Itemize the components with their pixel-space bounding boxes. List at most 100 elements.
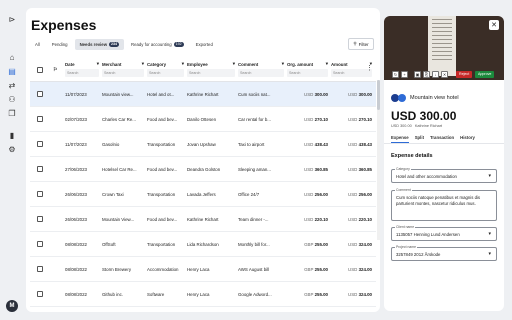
filter-button[interactable]: ⚲ Filter — [348, 38, 374, 50]
image-icon[interactable]: ▣ — [414, 71, 421, 78]
merchant-header: Mountain view hotel — [391, 94, 459, 102]
column-header-employee[interactable]: Employee ▾ Search — [187, 60, 235, 77]
column-header-org-amount[interactable]: Org. amount ▾ Search — [287, 60, 328, 77]
table-row[interactable]: 11/07/2023 Gasolnio Transportation Jovan Up… — [30, 132, 376, 157]
comment-value: Cum sociis natoque penatibus et magnis d… — [396, 195, 481, 206]
column-header-comment[interactable]: Comment ▾ Search — [238, 60, 284, 77]
table-row[interactable]: 26/06/2023 Mountain View... Food and bev..… — [30, 207, 376, 232]
cell-date: 26/06/2023 — [65, 192, 87, 197]
row-checkbox[interactable] — [37, 116, 43, 122]
column-header-merchant[interactable]: Merchant ▾ Search — [102, 60, 144, 77]
sort-caret-icon[interactable]: ▾ — [282, 61, 284, 67]
more-options-icon[interactable]: ⋮ — [366, 64, 373, 72]
amount-value: 438.43 — [358, 142, 372, 147]
row-checkbox[interactable] — [37, 216, 43, 222]
tab-ready-for-accounting[interactable]: Ready for accounting 192 — [126, 39, 189, 50]
expenses-icon[interactable]: ▤ — [7, 66, 17, 76]
scrollbar-thumb[interactable] — [377, 80, 380, 110]
row-checkbox[interactable] — [37, 91, 43, 97]
attach-icon[interactable]: ⎘ — [423, 71, 430, 78]
expand-icon[interactable]: ⊳ — [7, 14, 17, 24]
sort-caret-icon[interactable]: ▾ — [326, 61, 328, 67]
amount-value: 256.00 — [358, 192, 372, 197]
table-row[interactable]: 08/08/2022 OffSoft Transportation Lida Rich… — [30, 232, 376, 257]
tab-pending[interactable]: Pending — [47, 39, 73, 50]
rotate-icon[interactable]: ↻ — [392, 71, 399, 78]
cell-amount: USD 324.00 — [331, 257, 372, 282]
table-row[interactable]: 26/06/2023 Crown Taxi Transportation Lavada… — [30, 182, 376, 207]
tabs-divider — [384, 143, 504, 144]
sort-caret-icon[interactable]: ▾ — [142, 61, 144, 67]
download-icon[interactable]: ↓ — [432, 71, 439, 78]
reject-button[interactable]: Reject — [456, 71, 473, 78]
table-row[interactable]: Table cellAmazon web s...SoftwareHenry L… — [30, 307, 376, 312]
comment-field[interactable]: Comment Cum sociis natoque penatibus et … — [391, 188, 497, 221]
people-icon[interactable]: ⚇ — [7, 94, 17, 104]
tab-label: Ready for accounting — [131, 42, 172, 47]
tab-label: Needs review — [79, 42, 108, 47]
cell-comment: Monthly bill for... — [238, 242, 270, 247]
column-search-input[interactable]: Search — [287, 69, 328, 77]
avatar[interactable]: M — [6, 300, 18, 312]
row-checkbox[interactable] — [37, 166, 43, 172]
column-search-input[interactable]: Search — [238, 69, 284, 77]
currency-code: GBP — [304, 242, 314, 247]
approve-button[interactable]: Approve — [475, 71, 495, 78]
sort-caret-icon[interactable]: ▾ — [233, 61, 235, 67]
tab-all[interactable]: All — [30, 39, 45, 50]
sort-caret-icon[interactable]: ▾ — [97, 61, 99, 67]
scrollbar[interactable] — [377, 80, 380, 240]
row-checkbox[interactable] — [37, 266, 43, 272]
column-header-date[interactable]: Date ▾ Search — [65, 60, 99, 77]
cell-date: 26/06/2023 — [65, 217, 87, 222]
currency-code: GBP — [304, 292, 314, 297]
cards-icon[interactable]: ❐ — [7, 108, 17, 118]
row-checkbox[interactable] — [37, 191, 43, 197]
close-button[interactable]: ✕ — [489, 20, 499, 30]
tab-history[interactable]: History — [460, 135, 475, 143]
row-checkbox[interactable] — [37, 291, 43, 297]
cell-merchant: Table cell — [102, 307, 144, 312]
book-icon[interactable]: ▮ — [7, 130, 17, 140]
category-select[interactable]: Category Hotel and other accommodation ▾ — [391, 167, 497, 183]
tab-expense[interactable]: Expense — [391, 135, 409, 143]
row-checkbox[interactable] — [37, 141, 43, 147]
project-select[interactable]: Project name 3257849 2012 Årskode ▾ — [391, 245, 497, 261]
zoom-icon[interactable]: + — [401, 71, 408, 78]
column-header-category[interactable]: Category ▾ Search — [147, 60, 184, 77]
cell-comment: Car rental for b... — [238, 117, 271, 122]
currency-code: GBP — [304, 267, 314, 272]
column-search-input[interactable]: Search — [147, 69, 184, 77]
cell-org-amount: USD 300.00 — [287, 82, 328, 107]
cell-comment: Cum sociis nat... — [238, 92, 271, 97]
tab-split[interactable]: Split — [415, 135, 424, 143]
delete-icon[interactable]: ✕ — [441, 71, 448, 78]
cell-category: Food and bev... — [147, 217, 178, 222]
page-title: Expenses — [31, 17, 97, 33]
table-row[interactable]: 11/07/2023 Mountain view... Hotel and ot..… — [30, 82, 376, 107]
table-row[interactable]: 02/07/2023 Charles Car Re... Food and bev.… — [30, 107, 376, 132]
column-search-input[interactable]: Search — [102, 69, 144, 77]
select-all-checkbox[interactable] — [37, 67, 43, 73]
cell-employee: Deandra Golston — [187, 167, 221, 172]
tab-needs-review[interactable]: Needs review 234 — [74, 39, 125, 50]
amount-value: 324.00 — [358, 292, 372, 297]
tab-exported[interactable]: Exported — [191, 39, 218, 50]
cell-category: Accommodation — [147, 267, 179, 272]
table-row[interactable]: 08/08/2022 Github inc. Software Henry Laca G… — [30, 282, 376, 307]
cell-org-amount: USD 256.00 — [287, 182, 328, 207]
client-select[interactable]: Client name 1135057 Henning Lund Anderse… — [391, 225, 497, 241]
settings-icon[interactable]: ⚙ — [7, 144, 17, 154]
cell-employee: Henry Laca — [187, 292, 210, 297]
table-row[interactable]: 27/06/2023 Hotelsel Car Re... Food and bev… — [30, 157, 376, 182]
sort-caret-icon[interactable]: ▾ — [182, 61, 184, 67]
column-search-input[interactable]: Search — [65, 69, 99, 77]
cell-employee: Kathrine Richart — [187, 217, 219, 222]
column-search-input[interactable]: Search — [187, 69, 235, 77]
home-icon[interactable]: ⌂ — [7, 52, 17, 62]
table-row[interactable]: 08/08/2022 Storm Brewery Accommodation Henr… — [30, 257, 376, 282]
transfer-icon[interactable]: ⇄ — [7, 80, 17, 90]
row-checkbox[interactable] — [37, 241, 43, 247]
tab-transaction[interactable]: Transaction — [430, 135, 454, 143]
column-label: Merchant — [102, 61, 122, 67]
